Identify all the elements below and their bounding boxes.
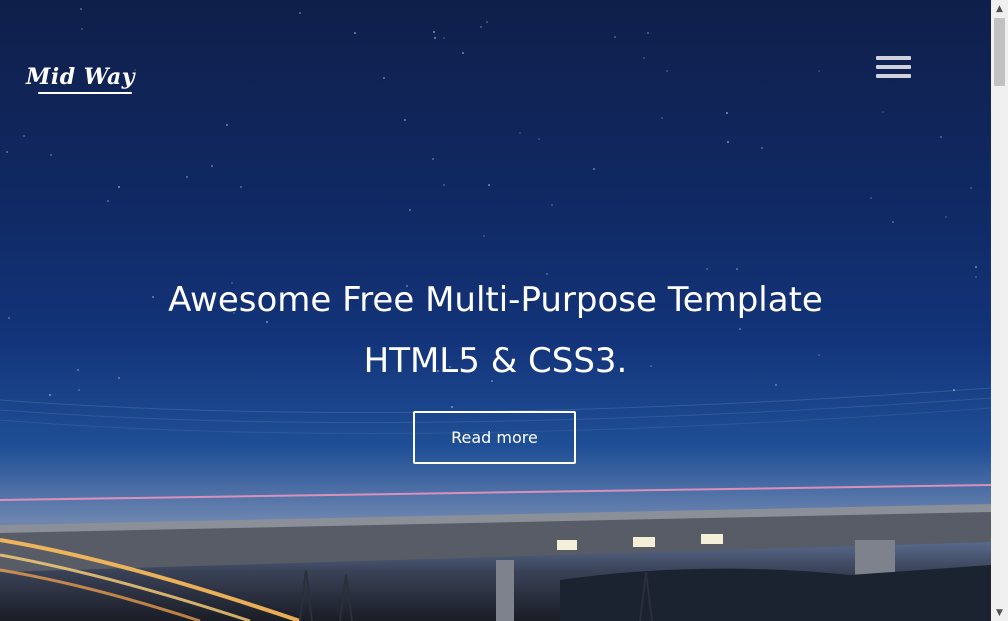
hamburger-icon-bar [876,65,911,69]
scrollbar-thumb[interactable] [994,18,1005,86]
star-dot [483,235,485,237]
star-dot [593,168,595,170]
star-dot [970,187,972,189]
star-dot [6,151,8,153]
star-dot [186,176,188,178]
star-dot [706,268,708,270]
star-dot [81,28,83,30]
star-dot [118,186,120,188]
star-dot [354,32,356,34]
star-dot [736,268,738,270]
star-dot [870,197,872,199]
star-dot [480,26,482,28]
star-dot [975,276,977,278]
star-dot [443,184,445,186]
star-dot [727,141,729,143]
star-dot [240,186,242,188]
star-dot [409,209,411,211]
star-dot [266,321,268,323]
star-dot [975,266,977,268]
star-dot [614,36,616,38]
star-dot [432,158,434,160]
star-dot [882,111,884,113]
star-dot [488,184,490,186]
scroll-down-arrow-icon[interactable]: ▼ [991,604,1008,621]
star-dot [50,154,52,156]
star-dot [443,37,445,39]
star-dot [462,52,464,54]
star-dot [726,112,728,114]
star-dot [226,124,228,126]
star-dot [383,77,385,79]
vertical-scrollbar[interactable]: ▲ ▼ [991,0,1008,621]
logo-underline [38,92,132,94]
star-dot [486,21,488,23]
star-dot [519,132,521,134]
hamburger-menu-button[interactable] [874,54,912,82]
read-more-button[interactable]: Read more [413,411,576,464]
hamburger-icon-bar [876,56,911,60]
star-dot [404,119,406,121]
star-dot [433,31,435,33]
hero-headline: Awesome Free Multi-Purpose Template [168,280,823,320]
site-logo[interactable]: Mid Way [26,64,135,90]
star-dot [551,204,553,206]
star-dot [299,12,301,14]
scroll-up-arrow-icon[interactable]: ▲ [991,0,1008,17]
star-dot [643,57,645,59]
star-dot [23,135,25,137]
star-dot [945,216,947,218]
star-dot [538,138,540,140]
star-dot [739,328,741,330]
hamburger-icon-bar [876,74,911,78]
star-dot [107,200,109,202]
star-dot [647,32,649,34]
star-dot [211,165,213,167]
star-dot [892,221,894,223]
star-dot [940,136,942,138]
star-dot [761,147,763,149]
star-dot [661,117,663,119]
star-dot [434,37,436,39]
hero-subheadline: HTML5 & CSS3. [363,341,628,381]
star-dot [80,8,82,10]
star-dot [546,273,548,275]
star-dot [818,70,820,72]
hero-section: Mid Way Awesome Free Multi-Purpose Templ… [0,0,991,621]
star-dot [666,70,668,72]
